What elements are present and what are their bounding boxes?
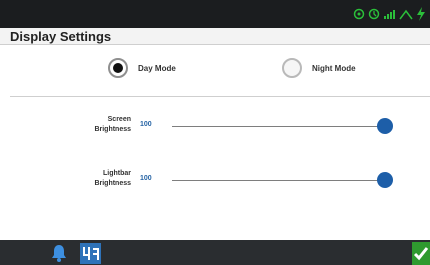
day-mode-radio[interactable]: [108, 58, 128, 78]
status-icons: [353, 4, 426, 24]
lightbar-brightness-row: Lightbar Brightness 100: [0, 167, 430, 193]
screen-brightness-track[interactable]: [172, 126, 385, 127]
lightbar-brightness-label: Lightbar Brightness: [94, 170, 131, 187]
section-divider: [10, 96, 430, 97]
status-bar: [0, 0, 430, 28]
page-title: Display Settings: [10, 29, 112, 44]
map-icon[interactable]: [80, 243, 101, 264]
day-mode-option[interactable]: Day Mode: [108, 56, 176, 80]
checkmark-icon: [413, 247, 429, 261]
lightbar-brightness-thumb[interactable]: [377, 172, 393, 188]
night-mode-option[interactable]: Night Mode: [282, 56, 356, 80]
night-mode-radio[interactable]: [282, 58, 302, 78]
gps-icon: [353, 8, 365, 20]
lightning-icon: [416, 7, 426, 21]
lightbar-brightness-track[interactable]: [172, 180, 385, 181]
bell-icon[interactable]: [49, 243, 69, 263]
screen-brightness-row: Screen Brightness 100: [0, 113, 430, 139]
screen-brightness-value: 100: [140, 121, 152, 128]
confirm-button[interactable]: [412, 242, 430, 265]
screen-brightness-thumb[interactable]: [377, 118, 393, 134]
satellite-icon: [368, 8, 380, 20]
title-bar: Display Settings: [0, 28, 430, 45]
day-mode-label: Day Mode: [138, 63, 176, 73]
night-mode-label: Night Mode: [312, 63, 356, 73]
signal-icon: [383, 8, 396, 20]
lightbar-brightness-value: 100: [140, 175, 152, 182]
steering-icon: [399, 8, 413, 20]
screen-brightness-label: Screen Brightness: [94, 116, 131, 133]
